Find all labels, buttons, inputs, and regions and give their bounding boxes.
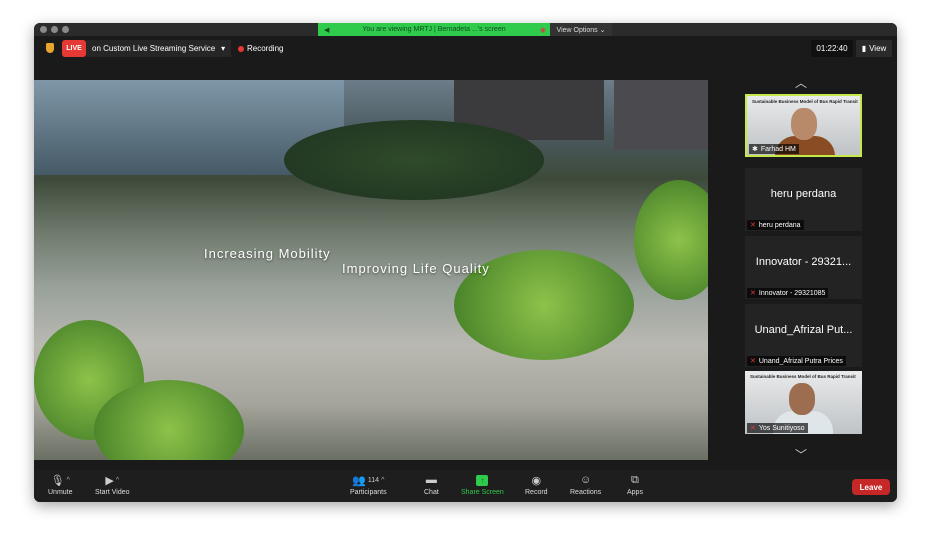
- zoom-window: ◀ You are viewing MRTJ | Bernadeta ...'s …: [34, 23, 897, 502]
- participant-tile[interactable]: Sustainable Business Model of Bus Rapid …: [745, 371, 862, 434]
- pin-icon: ✱: [752, 146, 758, 153]
- participant-name: Farhad HM: [760, 145, 796, 153]
- shared-screen: Increasing Mobility Improving Life Quali…: [34, 80, 708, 460]
- leave-button[interactable]: Leave: [852, 479, 890, 495]
- stream-label: on Custom Live Streaming Service: [92, 44, 216, 53]
- window-controls[interactable]: [40, 26, 69, 33]
- live-badge: LIVE: [62, 40, 86, 57]
- participant-name-tag: ✕ heru perdana: [747, 220, 804, 230]
- view-options-button[interactable]: View Options ⌄: [550, 23, 612, 36]
- record-label: Record: [525, 489, 548, 496]
- reactions-icon: ☺: [579, 474, 592, 486]
- meeting-toolbar: 🎙 ^ Unmute ▶ ^ Start Video 👥 114 ^ Participants…: [34, 470, 897, 502]
- title-bar: ◀ You are viewing MRTJ | Bernadeta ...'s …: [34, 23, 897, 36]
- apps-icon: ⧉: [631, 473, 639, 486]
- video-off-icon: ▶ ^: [105, 474, 120, 487]
- view-button[interactable]: ▮ View: [856, 40, 892, 57]
- share-screen-icon: ↑: [476, 473, 489, 487]
- view-grid-icon: ▮: [861, 44, 867, 53]
- speaker-icon: ◀: [324, 26, 330, 34]
- participant-name: heru perdana: [758, 221, 801, 229]
- participant-display-name: Innovator - 29321...: [755, 256, 852, 268]
- participant-name: Unand_Afrizal Putra Prices: [758, 357, 843, 365]
- participant-gallery: ︿ Sustainable Business Model of Bus Rapi…: [740, 76, 866, 465]
- muted-mic-icon: ✕: [750, 290, 756, 297]
- participant-name-tag: ✱ Farhad HM: [749, 144, 799, 154]
- record-button[interactable]: ◉ Record: [525, 473, 548, 497]
- minimize-dot[interactable]: [51, 26, 58, 33]
- tree-image: [284, 120, 544, 200]
- share-screen-label: Share Screen: [461, 489, 504, 496]
- slide-text-2: Improving Life Quality: [342, 261, 490, 276]
- recording-indicator[interactable]: Recording: [238, 40, 283, 57]
- recording-label: Recording: [247, 44, 284, 53]
- recording-dot-icon: [238, 45, 244, 52]
- muted-mic-icon: ✕: [750, 358, 756, 365]
- participant-tile[interactable]: Unand_Afrizal Put... ✕ Unand_Afrizal Putr…: [745, 304, 862, 367]
- meeting-timer: 01:22:40: [811, 40, 853, 57]
- apps-button[interactable]: ⧉ Apps: [627, 473, 643, 497]
- tree-image: [634, 180, 708, 300]
- viewing-text: You are viewing MRTJ | Bernadeta ...'s s…: [362, 26, 506, 33]
- participant-name: Yos Sunitiyoso: [758, 424, 805, 432]
- reactions-label: Reactions: [570, 489, 602, 496]
- participant-display-name: heru perdana: [770, 188, 837, 200]
- reactions-button[interactable]: ☺ Reactions: [570, 473, 601, 496]
- record-icon: ◉: [531, 474, 542, 487]
- chat-label: Chat: [424, 489, 439, 496]
- participant-name: Innovator - 29321085: [758, 289, 826, 297]
- participant-display-name: Unand_Afrizal Put...: [754, 324, 853, 336]
- participants-button[interactable]: 👥 114 ^ Participants: [350, 473, 387, 497]
- start-video-label: Start Video: [95, 489, 130, 496]
- muted-mic-icon: ✕: [750, 425, 756, 432]
- apps-label: Apps: [627, 489, 643, 496]
- share-screen-button[interactable]: ↑ Share Screen: [461, 473, 504, 496]
- participant-tile[interactable]: Innovator - 29321... ✕ Innovator - 293210…: [745, 236, 862, 299]
- scroll-down-icon[interactable]: ﹀: [795, 446, 807, 463]
- participant-name-tag: ✕ Yos Sunitiyoso: [747, 423, 808, 433]
- start-video-button[interactable]: ▶ ^ Start Video: [95, 473, 130, 497]
- participant-name-tag: ✕ Innovator - 29321085: [747, 288, 829, 298]
- muted-mic-icon: ✕: [750, 222, 756, 229]
- chat-button[interactable]: ▬ Chat: [424, 473, 439, 496]
- view-label: View: [869, 44, 887, 53]
- participants-label: Participants: [350, 489, 387, 496]
- participant-name-tag: ✕ Unand_Afrizal Putra Prices: [747, 356, 846, 366]
- muted-mic-icon: 🎙 ^: [50, 474, 70, 487]
- unmute-label: Unmute: [48, 489, 73, 496]
- security-shield-icon[interactable]: [46, 43, 54, 53]
- scroll-up-icon[interactable]: ︿: [795, 74, 807, 91]
- slide-text-1: Increasing Mobility: [204, 246, 331, 261]
- video-slide-title: Sustainable Business Model of Bus Rapid …: [750, 374, 856, 379]
- stream-dropdown[interactable]: on Custom Live Streaming Service ▾: [86, 40, 232, 57]
- unmute-button[interactable]: 🎙 ^ Unmute: [48, 473, 73, 497]
- participant-count: 114: [367, 476, 380, 484]
- record-indicator-icon: ◉: [539, 26, 546, 34]
- video-slide-title: Sustainable Business Model of Bus Rapid …: [752, 99, 858, 104]
- participant-tile[interactable]: heru perdana ✕ heru perdana: [745, 168, 862, 231]
- chat-icon: ▬: [425, 474, 437, 486]
- participants-icon: 👥 114 ^: [352, 474, 385, 487]
- chevron-down-icon: ▾: [221, 44, 226, 53]
- zoom-dot[interactable]: [62, 26, 69, 33]
- participant-tile[interactable]: Sustainable Business Model of Bus Rapid …: [745, 94, 862, 157]
- building-image: [614, 80, 708, 150]
- meeting-topbar: LIVE on Custom Live Streaming Service ▾ R…: [34, 36, 897, 62]
- close-dot[interactable]: [40, 26, 47, 33]
- viewing-banner: ◀ You are viewing MRTJ | Bernadeta ...'s …: [318, 23, 550, 36]
